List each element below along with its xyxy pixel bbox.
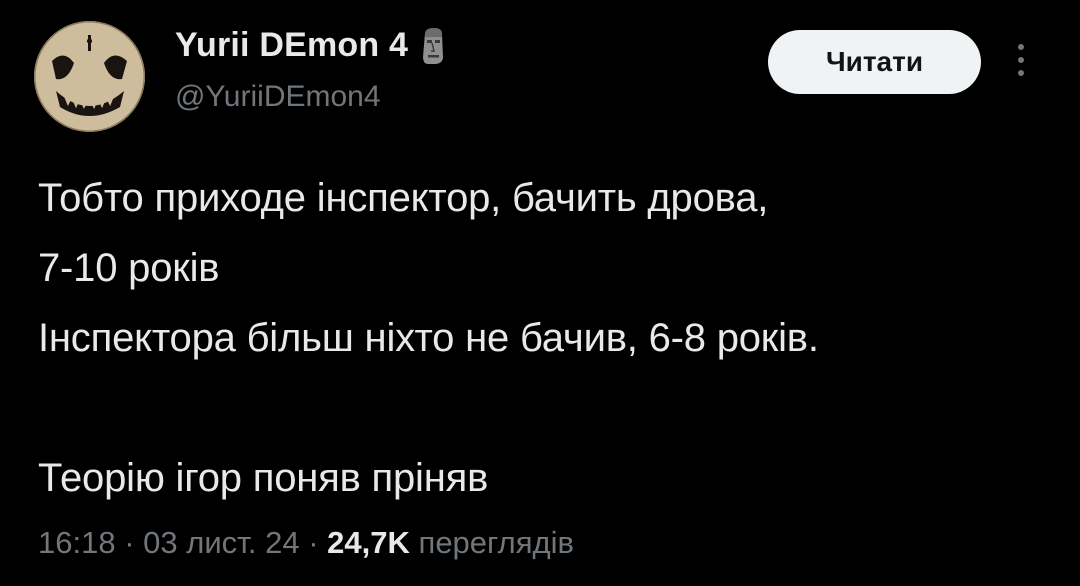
demon-face-avatar-icon (34, 21, 145, 132)
tweet-line: 7-10 років (38, 246, 220, 290)
author-name-row: Yurii DEmon 4 (175, 26, 448, 65)
tweet-time[interactable]: 16:18 (38, 525, 116, 560)
moai-icon (423, 27, 444, 64)
follow-button[interactable]: Читати (768, 30, 981, 94)
more-options-button[interactable] (1014, 44, 1028, 84)
views-label: переглядів (418, 525, 574, 560)
tweet-date[interactable]: 03 лист. 24 (143, 525, 299, 560)
meta-separator: · (299, 525, 328, 560)
tweet-line: Інспектора більш ніхто не бачив, 6-8 рок… (38, 316, 819, 360)
tweet-line: Теорію ігор поняв пріняв (38, 456, 489, 500)
meta-separator: · (115, 525, 144, 560)
author-display-name[interactable]: Yurii DEmon 4 (175, 26, 408, 65)
vertical-ellipsis-icon (1018, 44, 1024, 50)
author-handle[interactable]: @YuriiDEmon4 (175, 80, 381, 114)
ellipsis-dot (1018, 70, 1024, 76)
ellipsis-dot (1018, 57, 1024, 63)
views-count[interactable]: 24,7K (327, 525, 410, 560)
tweet-text: Тобто приходе інспектор, бачить дрова, 7… (38, 163, 1068, 513)
tweet-line: Тобто приходе інспектор, бачить дрова, (38, 176, 769, 220)
tweet-meta: 16:18 · 03 лист. 24 · 24,7K переглядів (38, 525, 574, 561)
author-avatar[interactable] (34, 21, 145, 132)
